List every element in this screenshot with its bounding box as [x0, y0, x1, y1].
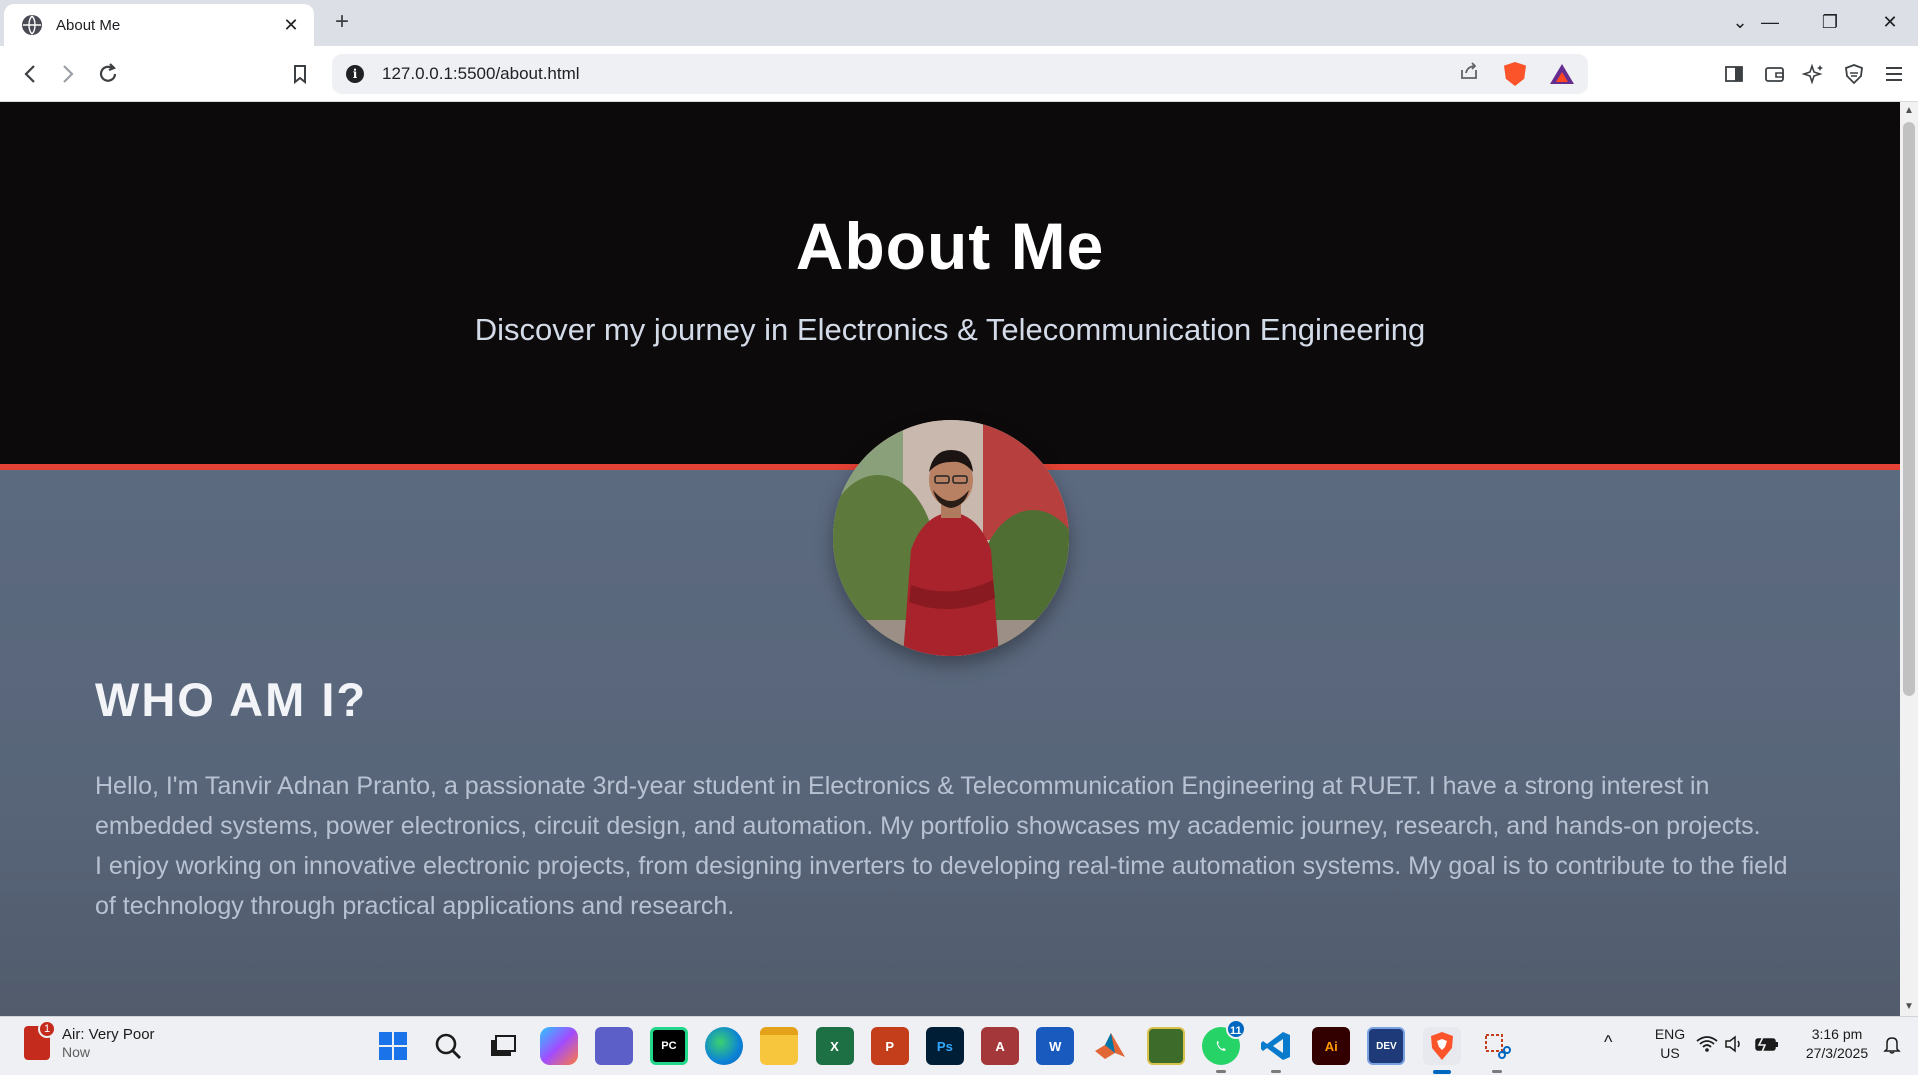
tab-title: About Me [56, 16, 121, 34]
tab-close-icon[interactable]: ✕ [280, 15, 302, 36]
clock-time: 3:16 pm [1811, 1026, 1863, 1042]
word-label: W [1049, 1038, 1062, 1054]
back-arrow-icon[interactable] [14, 58, 46, 90]
excel-icon[interactable]: X [815, 1027, 854, 1065]
profile-photo [833, 420, 1069, 656]
hero-section: About Me Discover my journey in Electron… [0, 102, 1900, 464]
illustrator-icon[interactable]: Ai [1312, 1027, 1351, 1065]
photoshop-label: Ps [936, 1038, 953, 1054]
pycharm-icon[interactable]: PC [649, 1027, 688, 1065]
browser-tab-strip: About Me ✕ + ⌄ — ❐ ✕ [0, 0, 1918, 46]
bio-line: Hello, I'm Tanvir Adnan Pranto, a passio… [95, 772, 1710, 800]
running-indicator [1215, 1070, 1226, 1073]
air-quality-icon: 1 [24, 1019, 56, 1060]
running-indicator [1491, 1070, 1502, 1073]
pycharm-label: PC [661, 1040, 677, 1052]
scrollbar-thumb[interactable] [1903, 122, 1915, 696]
illustrator-label: Ai [1324, 1038, 1338, 1054]
active-indicator [1432, 1070, 1451, 1074]
devcpp-icon[interactable]: DEV [1367, 1027, 1406, 1065]
powerpoint-icon[interactable]: P [870, 1027, 909, 1065]
edge-icon[interactable] [705, 1027, 744, 1065]
snipping-tool-icon[interactable] [1478, 1027, 1516, 1073]
language-code: ENG [1654, 1026, 1686, 1042]
brave-rewards-icon[interactable] [1550, 64, 1574, 84]
url-text[interactable]: 127.0.0.1:5500/about.html [382, 64, 1458, 84]
forward-arrow-icon[interactable] [52, 58, 84, 90]
taskbar-apps: PC X P Ps A W 11 Ai DEV [374, 1019, 1533, 1074]
copilot-icon[interactable] [539, 1027, 578, 1065]
search-icon[interactable] [429, 1027, 467, 1065]
bio-line: embedded systems, power electronics, cir… [95, 812, 1761, 840]
leo-ai-icon[interactable] [1798, 58, 1830, 90]
battery-icon[interactable] [1754, 1035, 1780, 1058]
access-label: A [995, 1038, 1005, 1054]
bio-line: I enjoy working on innovative electronic… [95, 852, 1788, 880]
vertical-scrollbar[interactable]: ▲ ▼ [1900, 102, 1918, 1016]
whatsapp-icon[interactable]: 11 [1201, 1019, 1246, 1073]
proteus-icon[interactable] [1146, 1027, 1185, 1065]
section-title: WHO AM I? [95, 673, 368, 726]
devcpp-label: DEV [1376, 1040, 1397, 1052]
brave-shield-icon[interactable] [1504, 62, 1526, 86]
scroll-down-arrow-icon[interactable]: ▼ [1900, 998, 1918, 1016]
info-icon[interactable]: i [346, 65, 364, 83]
hamburger-menu-icon[interactable] [1878, 58, 1910, 90]
powerpoint-label: P [885, 1038, 895, 1054]
wallet-icon[interactable] [1758, 58, 1790, 90]
running-indicator [1271, 1070, 1281, 1073]
bio-line: of technology through practical applicat… [95, 892, 735, 920]
share-icon[interactable] [1458, 60, 1480, 88]
weather-widget[interactable]: 1 Air: Very Poor Now [24, 1019, 155, 1060]
sidebar-icon[interactable] [1718, 58, 1750, 90]
address-bar[interactable]: i 127.0.0.1:5500/about.html [332, 54, 1588, 94]
whatsapp-unread-badge: 11 [1225, 1019, 1246, 1039]
globe-icon [22, 15, 42, 35]
tab-about-me[interactable]: About Me ✕ [4, 4, 314, 46]
new-tab-button[interactable]: + [328, 8, 356, 36]
excel-label: X [830, 1038, 839, 1054]
access-icon[interactable]: A [981, 1027, 1020, 1065]
bookmark-icon[interactable] [284, 58, 316, 90]
matlab-icon[interactable] [1091, 1027, 1129, 1065]
photoshop-icon[interactable]: Ps [925, 1027, 964, 1065]
clock[interactable]: 3:16 pm 27/3/2025 [1792, 1025, 1882, 1063]
tray-chevron-icon[interactable]: ^ [1604, 1033, 1612, 1052]
clock-date: 27/3/2025 [1805, 1045, 1869, 1061]
minimize-icon[interactable]: — [1750, 8, 1790, 36]
word-icon[interactable]: W [1036, 1027, 1075, 1065]
hero-subtitle: Discover my journey in Electronics & Tel… [474, 312, 1426, 347]
teams-icon[interactable] [594, 1027, 633, 1065]
notifications-icon[interactable] [1882, 1035, 1902, 1060]
restore-icon[interactable]: ❐ [1810, 8, 1850, 36]
bio-paragraph: Hello, I'm Tanvir Adnan Pranto, a passio… [95, 766, 1815, 926]
page-viewport: About Me Discover my journey in Electron… [0, 102, 1900, 1016]
close-window-icon[interactable]: ✕ [1870, 8, 1910, 36]
file-explorer-icon[interactable] [760, 1027, 799, 1065]
volume-icon[interactable] [1724, 1035, 1746, 1058]
weather-subtitle: Now [62, 1044, 91, 1060]
start-icon[interactable] [374, 1027, 412, 1065]
reload-icon[interactable] [92, 58, 124, 90]
windows-taskbar: 1 Air: Very Poor Now PC X P Ps A W 11 Ai… [0, 1016, 1918, 1075]
brave-icon[interactable] [1422, 1027, 1461, 1074]
vpn-icon[interactable] [1838, 58, 1870, 90]
air-quality-badge: 1 [38, 1019, 56, 1038]
region-code: US [1660, 1045, 1680, 1061]
wifi-icon[interactable] [1696, 1035, 1718, 1058]
task-view-icon[interactable] [484, 1027, 522, 1065]
scroll-up-arrow-icon[interactable]: ▲ [1900, 102, 1918, 120]
language-indicator[interactable]: ENG US [1646, 1025, 1694, 1063]
weather-title: Air: Very Poor [62, 1026, 155, 1043]
browser-toolbar: i 127.0.0.1:5500/about.html [0, 46, 1918, 102]
hero-title: About Me [795, 209, 1105, 283]
vscode-icon[interactable] [1257, 1027, 1295, 1073]
